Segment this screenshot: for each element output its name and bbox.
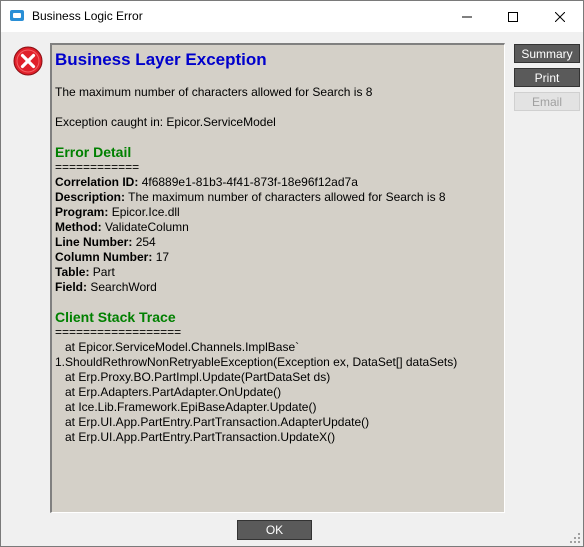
maximize-icon: [508, 11, 518, 22]
detail-value: Epicor.Ice.dll: [111, 205, 180, 219]
maximize-button[interactable]: [490, 1, 536, 32]
close-icon: [555, 11, 565, 22]
detail-row-description: Description: The maximum number of chara…: [55, 190, 446, 204]
close-button[interactable]: [537, 1, 583, 32]
detail-row-method: Method: ValidateColumn: [55, 220, 189, 234]
detail-label: Correlation ID:: [55, 175, 139, 189]
detail-row-line-number: Line Number: 254: [55, 235, 156, 249]
detail-value: ValidateColumn: [105, 220, 189, 234]
detail-label: Column Number:: [55, 250, 153, 264]
ok-button[interactable]: OK: [237, 520, 312, 540]
error-detail-separator: ============: [55, 160, 140, 174]
error-details-pane[interactable]: Business Layer Exception The maximum num…: [50, 43, 505, 513]
detail-row-table: Table: Part: [55, 265, 115, 279]
stack-trace-line: 1.ShouldRethrowNonRetryableException(Exc…: [55, 355, 458, 369]
detail-value: SearchWord: [90, 280, 157, 294]
summary-button[interactable]: Summary: [514, 44, 580, 63]
detail-value: 4f6889e1-81b3-4f41-873f-18e96f12ad7a: [141, 175, 358, 189]
detail-label: Description:: [55, 190, 126, 204]
detail-row-program: Program: Epicor.Ice.dll: [55, 205, 180, 219]
detail-value: 17: [155, 250, 170, 264]
error-icon: [13, 46, 43, 76]
detail-label: Line Number:: [55, 235, 133, 249]
detail-label: Field:: [55, 280, 87, 294]
stack-trace-line: at Erp.Adapters.PartAdapter.OnUpdate(): [55, 385, 282, 399]
stack-trace-separator: ==================: [55, 325, 182, 339]
stack-trace-line: at Erp.Proxy.BO.PartImpl.Update(PartData…: [55, 370, 331, 384]
exception-heading: Business Layer Exception: [55, 50, 267, 69]
error-dialog-window: Business Logic Error Business Layer Exce…: [0, 0, 584, 547]
detail-value: Part: [92, 265, 115, 279]
detail-value: The maximum number of characters allowed…: [128, 190, 446, 204]
print-button[interactable]: Print: [514, 68, 580, 87]
title-bar[interactable]: Business Logic Error: [1, 1, 583, 32]
error-message: The maximum number of characters allowed…: [55, 85, 373, 99]
app-icon: [10, 10, 24, 21]
stack-trace-line: at Erp.UI.App.PartEntry.PartTransaction.…: [55, 430, 336, 444]
stack-trace-line: at Erp.UI.App.PartEntry.PartTransaction.…: [55, 415, 370, 429]
stack-trace-heading: Client Stack Trace: [55, 309, 176, 325]
window-title: Business Logic Error: [32, 9, 143, 23]
resize-grip-icon[interactable]: [570, 533, 580, 543]
stack-trace-line: at Ice.Lib.Framework.EpiBaseAdapter.Upda…: [55, 400, 317, 414]
detail-value: 254: [135, 235, 156, 249]
detail-label: Table:: [55, 265, 90, 279]
minimize-icon: [462, 16, 472, 17]
minimize-button[interactable]: [444, 1, 490, 32]
detail-row-column-number: Column Number: 17: [55, 250, 169, 264]
stack-trace-line: at Epicor.ServiceModel.Channels.ImplBase…: [55, 340, 300, 354]
detail-label: Method:: [55, 220, 102, 234]
email-button: Email: [514, 92, 580, 111]
detail-row-field: Field: SearchWord: [55, 280, 157, 294]
detail-row-correlation-id: Correlation ID: 4f6889e1-81b3-4f41-873f-…: [55, 175, 358, 189]
exception-source: Exception caught in: Epicor.ServiceModel: [55, 115, 276, 129]
error-detail-heading: Error Detail: [55, 144, 132, 160]
detail-label: Program:: [55, 205, 109, 219]
